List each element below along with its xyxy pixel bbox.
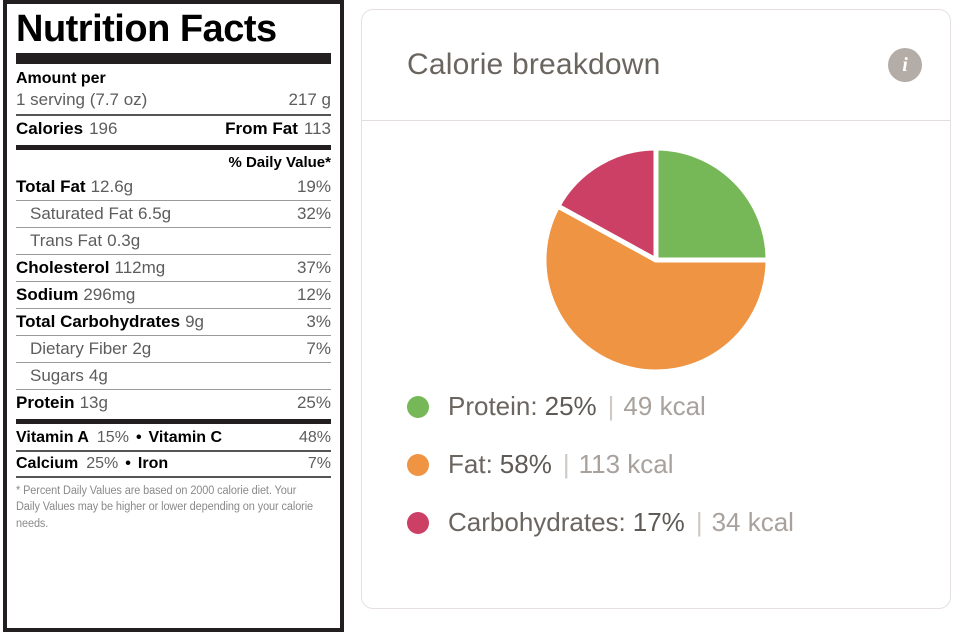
- calorie-breakdown-card: Calorie breakdown i Protein: 25% | 49 kcal F…: [361, 9, 951, 609]
- nutrient-row: Cholesterol 112mg 37%: [16, 255, 331, 281]
- nutrient-name: Protein: [16, 392, 75, 412]
- amount-per-label: Amount per: [16, 69, 106, 87]
- calorie-pie-chart[interactable]: [541, 145, 771, 375]
- pie-chart-area: [362, 121, 950, 391]
- legend-label: Fat:: [448, 449, 493, 479]
- nutrition-facts-title: Nutrition Facts: [16, 8, 277, 50]
- micronutrient-name-left: Calcium: [16, 454, 79, 472]
- nutrient-amount: 4g: [88, 365, 108, 385]
- legend-percent: 25%: [544, 391, 597, 421]
- micronutrient-row: Calcium 25% • Iron 7%: [16, 452, 331, 476]
- calories-value: 196: [89, 118, 118, 138]
- nutrient-amount: 13g: [79, 392, 108, 412]
- nutrient-amount: 2g: [132, 338, 152, 358]
- legend-kcal: 49 kcal: [623, 391, 706, 421]
- from-fat-label: From Fat: [225, 118, 298, 138]
- legend-color-swatch-icon: [407, 453, 429, 476]
- micronutrient-name-right: Iron: [137, 454, 169, 472]
- page-title: Calorie breakdown: [407, 48, 661, 81]
- micronutrient-value-right: 7%: [307, 454, 331, 472]
- nutrient-row: Total Fat 12.6g 19%: [16, 174, 331, 200]
- nutrient-rows: Total Fat 12.6g 19% Saturated Fat 6.5g 32% Tra…: [16, 174, 331, 416]
- nutrient-name: Sugars: [30, 365, 84, 385]
- pie-slice-protein[interactable]: [653, 145, 771, 263]
- from-fat-value: 113: [303, 118, 331, 138]
- legend-label: Protein:: [448, 391, 538, 421]
- legend-percent: 58%: [499, 449, 552, 479]
- micronutrient-name-left: Vitamin A: [16, 428, 89, 446]
- micronutrient-value-left: 25%: [86, 454, 119, 472]
- calories-row: Calories 196 From Fat 113: [16, 116, 331, 142]
- nutrient-daily-value: 12%: [296, 284, 331, 304]
- legend-color-swatch-icon: [407, 395, 429, 418]
- nutrient-amount: 112mg: [114, 257, 166, 277]
- nutrient-name: Total Fat: [16, 176, 86, 196]
- daily-value-footnote: * Percent Daily Values are based on 2000…: [16, 484, 314, 530]
- nutrient-row: Total Carbohydrates 9g 3%: [16, 309, 331, 335]
- legend-item-protein[interactable]: Protein: 25% | 49 kcal: [407, 391, 950, 422]
- bullet-separator-icon: •: [135, 428, 142, 446]
- nutrient-name: Total Carbohydrates: [16, 311, 181, 331]
- chart-legend: Protein: 25% | 49 kcal Fat: 58% | 113 kcal Carbo…: [362, 391, 950, 538]
- nutrient-amount: 296mg: [83, 284, 136, 304]
- nutrient-row: Dietary Fiber 2g 7%: [16, 336, 331, 362]
- nutrient-row: Trans Fat 0.3g: [16, 228, 331, 254]
- nutrient-row: Sugars 4g: [16, 363, 331, 389]
- nutrient-row: Saturated Fat 6.5g 32%: [16, 201, 331, 227]
- calories-label: Calories: [16, 118, 84, 138]
- nutrient-row: Protein 13g 25%: [16, 390, 331, 416]
- info-icon[interactable]: i: [888, 48, 922, 82]
- legend-kcal: 34 kcal: [711, 507, 794, 537]
- bullet-separator-icon: •: [125, 454, 131, 472]
- divider-below-protein: [16, 418, 331, 424]
- divider-below-calories: [16, 144, 331, 150]
- nutrition-facts-panel: Nutrition Facts Amount per 1 serving (7.…: [3, 0, 344, 632]
- micronutrient-value-left: 15%: [96, 428, 129, 446]
- legend-percent: 17%: [632, 507, 685, 537]
- nutrient-name: Cholesterol: [16, 257, 110, 277]
- legend-divider-icon: |: [607, 391, 615, 421]
- nutrient-amount: 9g: [185, 311, 204, 331]
- legend-divider-icon: |: [562, 449, 570, 479]
- nutrient-amount: 0.3g: [107, 230, 141, 250]
- daily-value-header: % Daily Value*: [228, 153, 331, 171]
- serving-size: 1 serving (7.7 oz): [16, 89, 148, 109]
- legend-item-carbohydrates[interactable]: Carbohydrates: 17% | 34 kcal: [407, 507, 950, 538]
- legend-divider-icon: |: [695, 507, 703, 537]
- nutrient-row: Sodium 296mg 12%: [16, 282, 331, 308]
- nutrient-name: Sodium: [16, 284, 79, 304]
- nutrient-daily-value: 3%: [306, 311, 331, 331]
- serving-row: 1 serving (7.7 oz) 217 g: [16, 89, 331, 114]
- serving-weight: 217 g: [288, 89, 331, 109]
- micronutrient-row: Vitamin A 15% • Vitamin C 48%: [16, 426, 331, 450]
- nutrient-daily-value: 25%: [296, 392, 331, 412]
- nutrient-daily-value: 32%: [296, 203, 331, 223]
- nutrient-name: Saturated Fat: [30, 203, 134, 223]
- nutrient-daily-value: 19%: [296, 176, 331, 196]
- micronutrient-value-right: 48%: [298, 428, 331, 446]
- micronutrient-name-right: Vitamin C: [148, 428, 223, 446]
- legend-label: Carbohydrates:: [448, 507, 626, 537]
- nutrient-daily-value: 7%: [306, 338, 331, 358]
- legend-kcal: 113 kcal: [578, 449, 674, 479]
- nutrient-amount: 6.5g: [138, 203, 172, 223]
- nutrient-amount: 12.6g: [90, 176, 134, 196]
- legend-color-swatch-icon: [407, 511, 429, 534]
- nutrient-name: Dietary Fiber: [30, 338, 128, 358]
- nutrient-name: Trans Fat: [30, 230, 103, 250]
- card-header: Calorie breakdown i: [362, 10, 950, 121]
- divider-thick-top: [16, 52, 331, 64]
- legend-item-fat[interactable]: Fat: 58% | 113 kcal: [407, 449, 950, 480]
- nutrient-daily-value: 37%: [296, 257, 331, 277]
- micronutrient-rows: Vitamin A 15% • Vitamin C 48% Calcium 25% • Iron…: [16, 426, 331, 476]
